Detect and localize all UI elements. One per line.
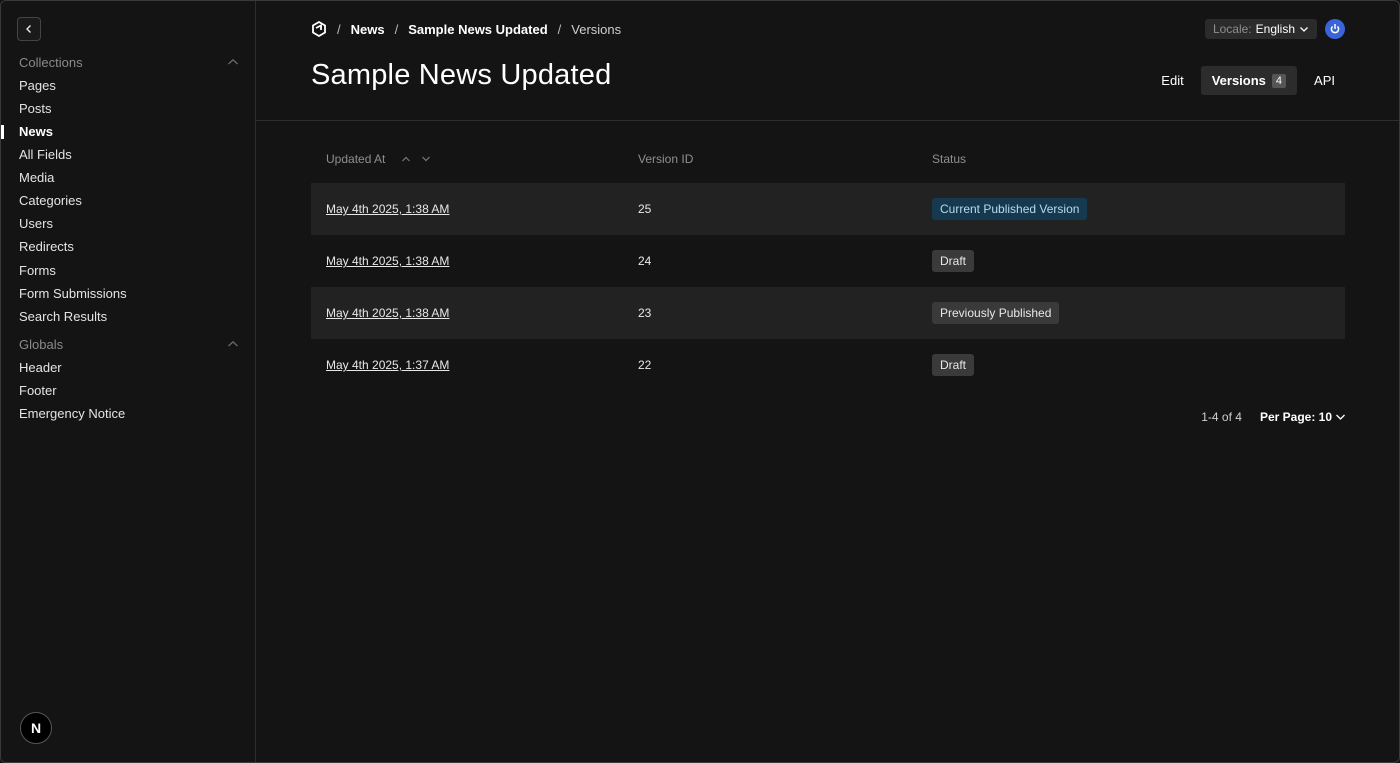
chevron-up-icon (228, 340, 238, 347)
status-badge: Draft (932, 354, 975, 376)
sidebar-item-all-fields[interactable]: All Fields (19, 146, 239, 164)
sidebar-item-header[interactable]: Header (19, 359, 239, 377)
column-header-updated-at: Updated At (326, 152, 386, 166)
status-badge: Draft (932, 250, 975, 272)
document-tabs: Edit Versions 4 API (1150, 66, 1346, 95)
versions-count-badge: 4 (1271, 73, 1287, 88)
app-window: Collections Pages Posts News All Fields … (0, 0, 1400, 763)
tab-api-label: API (1314, 73, 1335, 88)
sort-ascending-icon[interactable] (401, 155, 411, 163)
version-date-link[interactable]: May 4th 2025, 1:37 AM (326, 358, 449, 372)
pagination-range: 1-4 of 4 (1201, 410, 1242, 424)
breadcrumb-separator: / (557, 21, 562, 37)
sidebar-item-media[interactable]: Media (19, 169, 239, 187)
nextjs-badge-button[interactable]: N (20, 712, 52, 744)
sidebar-item-forms[interactable]: Forms (19, 262, 239, 280)
version-date-link[interactable]: May 4th 2025, 1:38 AM (326, 254, 449, 268)
status-badge: Previously Published (932, 302, 1060, 324)
version-id: 25 (638, 202, 652, 216)
globals-group-toggle[interactable]: Globals (19, 335, 239, 353)
tab-api[interactable]: API (1303, 66, 1346, 95)
version-id: 24 (638, 254, 652, 268)
table-row: May 4th 2025, 1:37 AM 22 Draft (311, 339, 1345, 391)
chevron-down-icon (1300, 27, 1308, 32)
tab-edit-label: Edit (1161, 73, 1184, 88)
sidebar-item-pages[interactable]: Pages (19, 77, 239, 95)
column-updated-at: Updated At (311, 152, 638, 166)
chevron-left-icon (26, 25, 31, 33)
locale-label: Locale: (1212, 22, 1252, 36)
sidebar: Collections Pages Posts News All Fields … (1, 1, 256, 762)
status-badge: Current Published Version (932, 198, 1088, 220)
sidebar-item-form-submissions[interactable]: Form Submissions (19, 285, 239, 303)
sidebar-item-emergency-notice[interactable]: Emergency Notice (19, 405, 239, 423)
header-divider (256, 120, 1399, 121)
locale-selector[interactable]: Locale: English (1204, 19, 1317, 39)
sort-descending-icon[interactable] (421, 155, 431, 163)
table-row: May 4th 2025, 1:38 AM 25 Current Publish… (311, 183, 1345, 235)
breadcrumb: / News / Sample News Updated / Versions (311, 19, 621, 39)
collections-group-label: Collections (19, 54, 83, 70)
table-row: May 4th 2025, 1:38 AM 23 Previously Publ… (311, 287, 1345, 339)
sidebar-item-search-results[interactable]: Search Results (19, 308, 239, 326)
table-header: Updated At Version ID Status (311, 135, 1345, 183)
main-content: / News / Sample News Updated / Versions … (256, 1, 1399, 762)
sidebar-item-users[interactable]: Users (19, 215, 239, 233)
chevron-down-icon (1336, 414, 1345, 420)
breadcrumb-current: Versions (571, 21, 622, 37)
version-id: 23 (638, 306, 652, 320)
version-date-link[interactable]: May 4th 2025, 1:38 AM (326, 306, 449, 320)
collections-group-toggle[interactable]: Collections (19, 53, 239, 71)
breadcrumb-news[interactable]: News (351, 22, 385, 37)
sidebar-item-footer[interactable]: Footer (19, 382, 239, 400)
collapse-sidebar-button[interactable] (17, 17, 41, 41)
active-indicator (1, 125, 4, 139)
per-page-selector[interactable]: Per Page: 10 (1260, 410, 1346, 424)
column-header-status: Status (932, 152, 967, 166)
pagination: 1-4 of 4 Per Page: 10 (1201, 410, 1346, 424)
sidebar-item-posts[interactable]: Posts (19, 100, 239, 118)
per-page-label: Per Page: 10 (1259, 410, 1332, 424)
sidebar-item-categories[interactable]: Categories (19, 192, 239, 210)
chevron-up-icon (228, 58, 238, 65)
tab-versions[interactable]: Versions 4 (1200, 66, 1298, 95)
logo-icon[interactable] (311, 21, 327, 37)
breadcrumb-document[interactable]: Sample News Updated (408, 22, 547, 37)
locale-value: English (1255, 22, 1295, 36)
version-id: 22 (638, 358, 652, 372)
breadcrumb-separator: / (394, 21, 399, 37)
globals-group-label: Globals (19, 336, 64, 352)
tab-versions-label: Versions (1211, 73, 1266, 88)
power-icon (1330, 24, 1340, 34)
account-button[interactable] (1325, 19, 1345, 39)
breadcrumb-separator: / (337, 21, 341, 37)
column-header-version-id: Version ID (638, 152, 694, 166)
badge-letter: N (30, 720, 42, 736)
version-date-link[interactable]: May 4th 2025, 1:38 AM (326, 202, 449, 216)
sidebar-item-redirects[interactable]: Redirects (19, 238, 239, 256)
tab-edit[interactable]: Edit (1150, 66, 1194, 95)
versions-table: Updated At Version ID Status May 4th 202… (311, 135, 1345, 391)
page-title: Sample News Updated (311, 59, 612, 91)
sidebar-item-news[interactable]: News (19, 123, 239, 141)
table-row: May 4th 2025, 1:38 AM 24 Draft (311, 235, 1345, 287)
